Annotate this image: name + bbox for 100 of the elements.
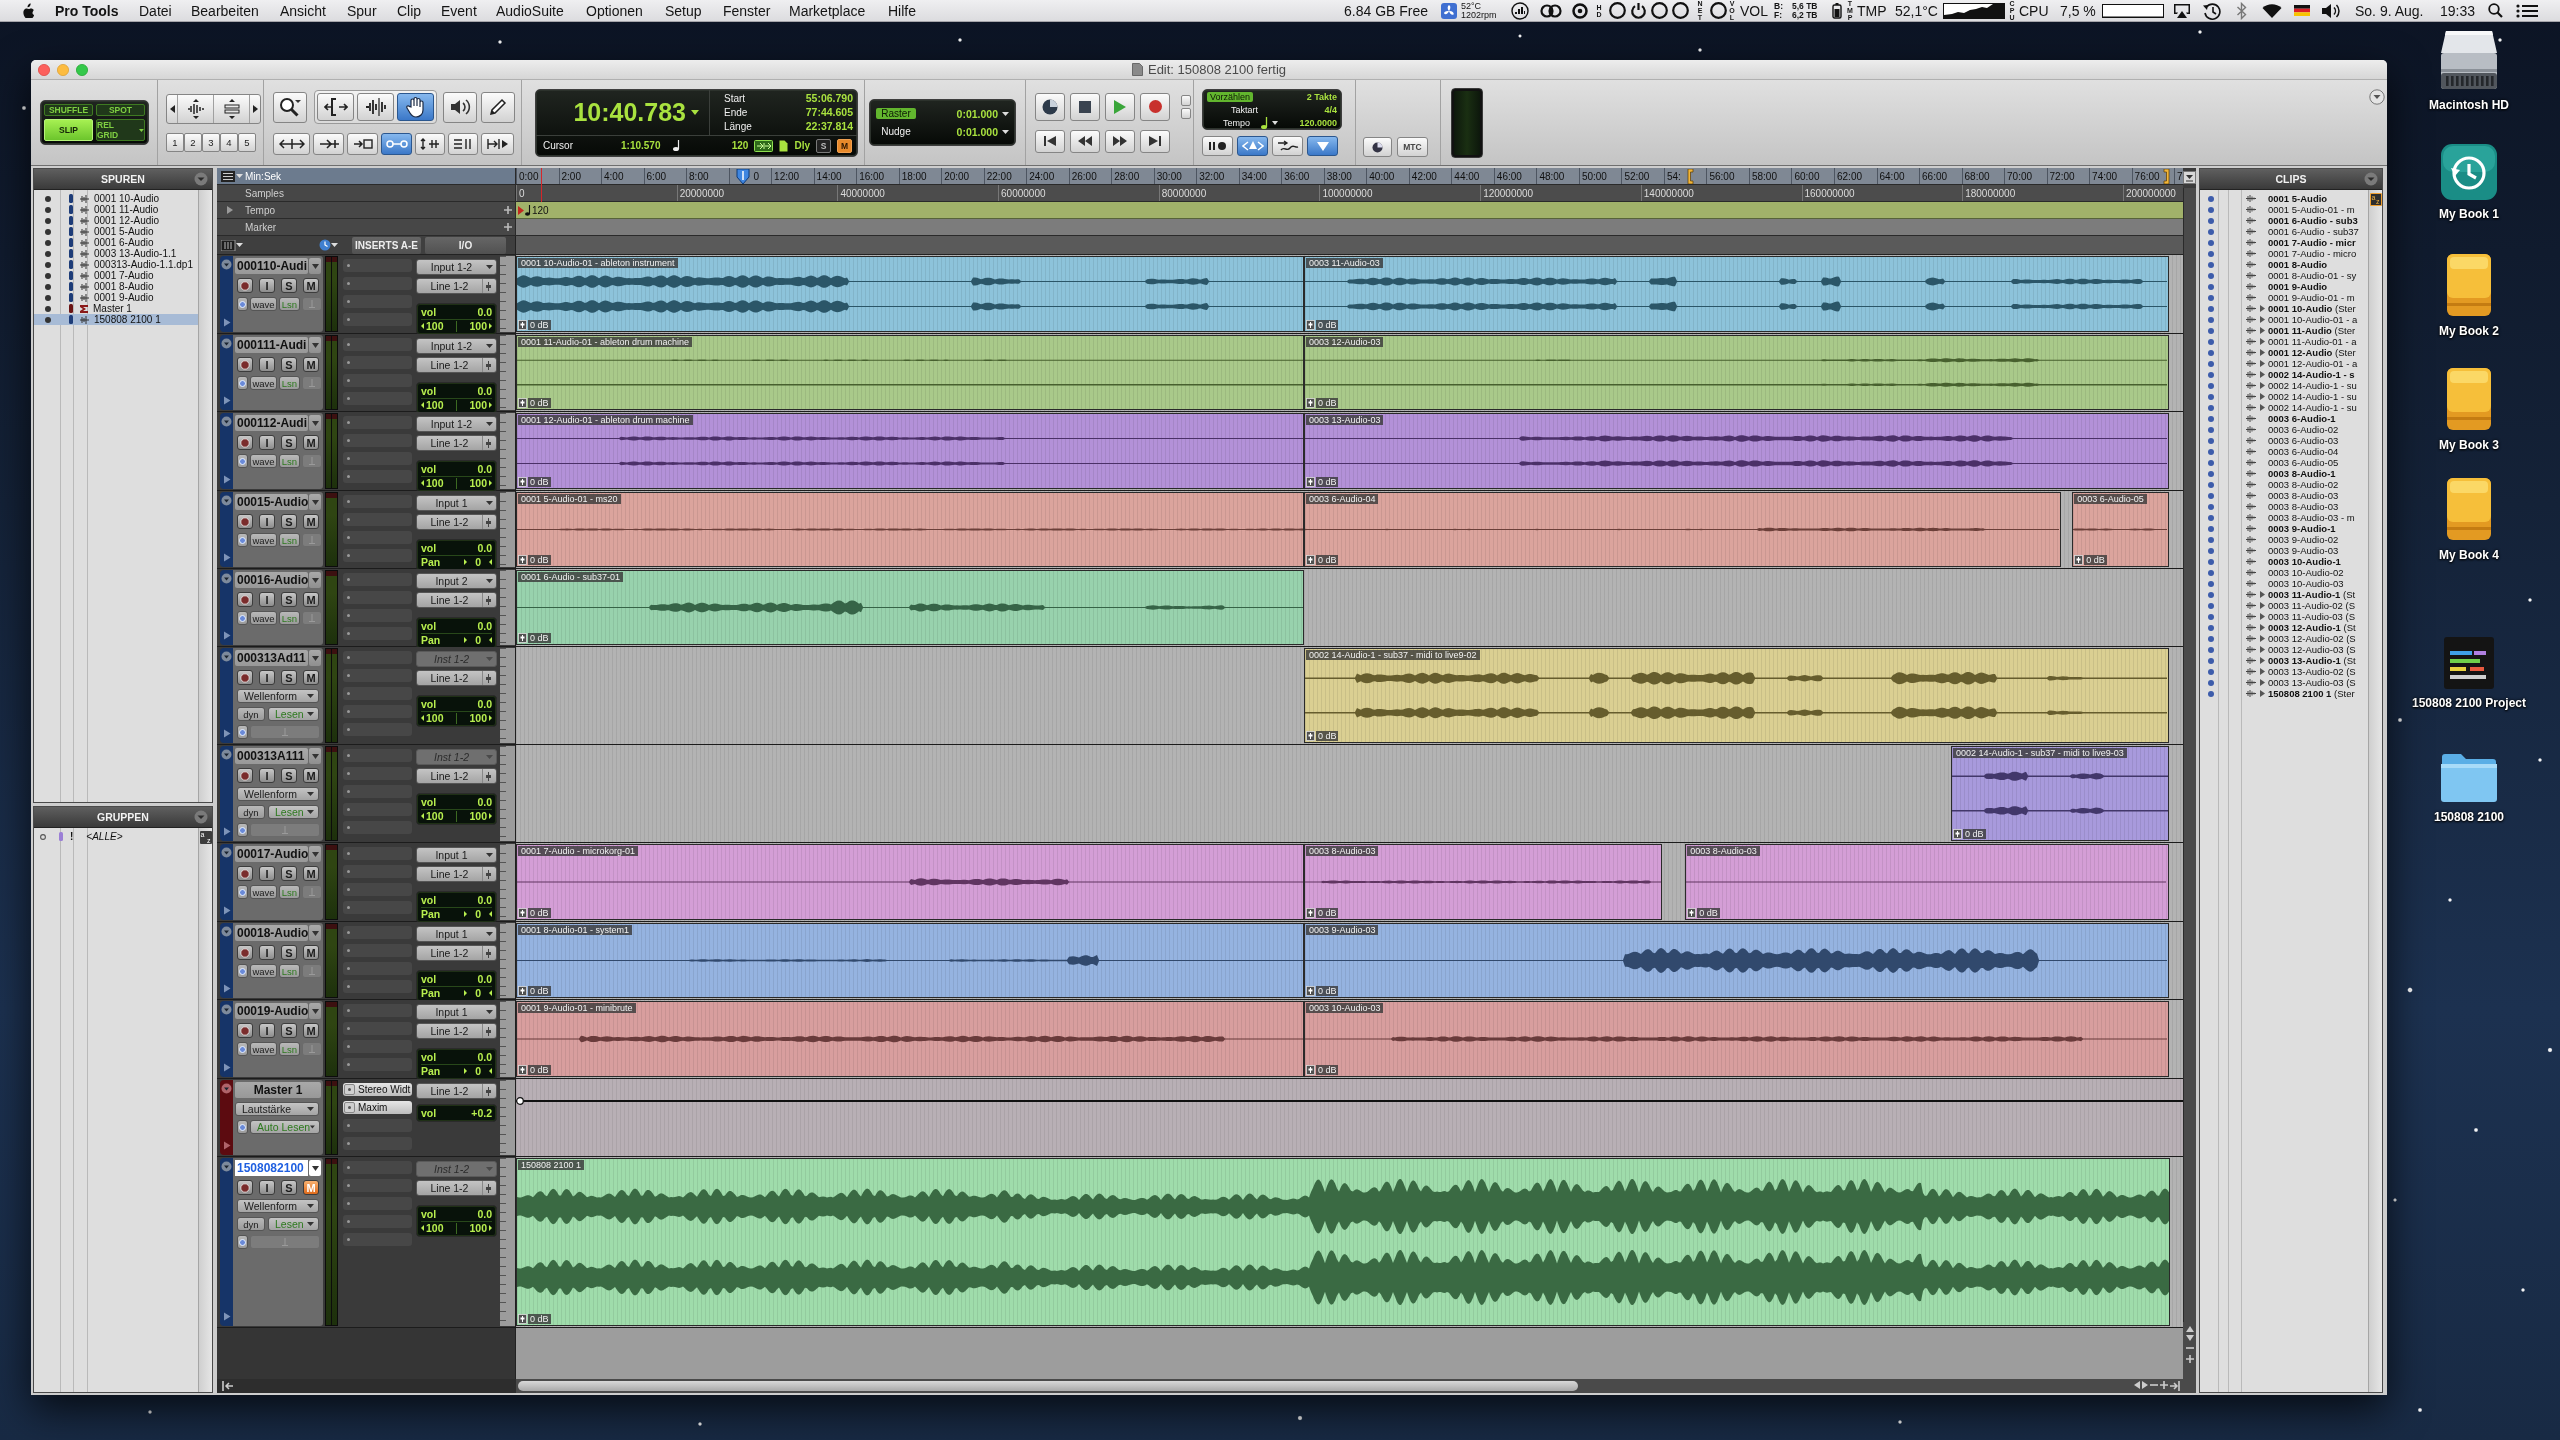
clip-list-item[interactable]: 0003 12-Audio-1 (St [2200,622,2368,633]
pan-value[interactable]: 100 [469,712,487,724]
menu-item[interactable]: Setup [665,2,702,19]
track-name[interactable]: 000112-Audi [235,415,308,431]
zoom-preset-button[interactable]: 3 [202,132,220,152]
clip-list-item[interactable]: 0002 14-Audio-1 - s [2200,369,2368,380]
volume-value[interactable]: 0.0 [477,542,492,554]
track-list-item[interactable]: 150808 2100 1 [34,314,198,325]
track-menu-button[interactable] [309,337,321,353]
plus-icon[interactable] [2185,1355,2194,1363]
pan-value[interactable]: 100 [469,320,487,332]
track-list-item[interactable]: 0001 6-Audio [34,237,198,248]
view-button[interactable]: wave [250,297,277,311]
record-arm-button[interactable] [237,435,253,450]
counter-value[interactable]: 55:06.790 [780,91,853,106]
menu-item[interactable]: Fenster [723,2,771,19]
clip-list-item[interactable]: 0001 5-Audio [2200,193,2368,204]
close-icon[interactable] [38,63,50,76]
expand-triangle-icon[interactable] [222,906,231,915]
timeline-ruler[interactable] [516,219,2183,236]
track-name[interactable]: 00016-Audio [235,572,309,588]
audio-clip[interactable]: 0003 12-Audio-03 0 dB [1303,335,2169,410]
track-toggle-button[interactable]: I [259,866,275,881]
desktop-icon-label[interactable]: My Book 1 [2439,207,2499,221]
record-arm-button[interactable] [237,278,253,293]
track-list-item[interactable]: 0001 10-Audio [34,193,198,204]
pan-value[interactable]: 100 [426,810,444,822]
dropdown-button[interactable]: Wellenform [237,1199,319,1213]
audio-clip[interactable]: 0003 8-Audio-03 0 dB [1303,844,1662,920]
chart-circle-icon[interactable] [1511,1,1529,20]
audio-clip[interactable]: 0003 11-Audio-03 0 dB [1303,256,2169,332]
track-toggle-button[interactable]: S [281,1180,297,1195]
monitor-button[interactable] [237,823,248,837]
input-selector[interactable]: Input 1 [416,495,497,511]
clip-list-item[interactable]: 0003 10-Audio-1 [2200,556,2368,567]
up-triangle-icon[interactable] [2185,1326,2194,1332]
monitor-button[interactable] [237,725,248,739]
monitor-button[interactable] [237,611,248,625]
track-menu-button[interactable] [309,415,321,431]
bluetooth-icon[interactable] [2236,1,2247,20]
dropdown-icon[interactable] [194,810,208,824]
clip-list-item[interactable]: 0003 12-Audio-02 (S [2200,633,2368,644]
pan-value[interactable]: 100 [469,399,487,411]
track-toggle-button[interactable]: S [281,514,297,529]
pan-value[interactable]: 100 [426,320,444,332]
input-selector[interactable]: Input 1-2 [416,416,497,432]
collapse-icon[interactable] [221,847,232,858]
speaker-icon[interactable] [2321,2,2341,19]
tool-button[interactable] [357,93,394,121]
clip-list-item[interactable]: 0002 14-Audio-1 - su [2200,402,2368,413]
timeline-ruler[interactable]: 0 20000000 40000000 60000000 80000000 100000000 120000000 140000000 160000000 180000000 200000000 [516,185,2183,202]
volume-value[interactable]: 0.0 [477,698,492,710]
column-header[interactable]: I/O [425,236,506,254]
track-toggle-button[interactable]: I [259,357,275,372]
track-toggle-button[interactable]: I [259,514,275,529]
minus-icon[interactable] [2185,1344,2194,1352]
audio-clip[interactable]: 0001 10-Audio-01 - ableton instrument 0 dB [516,256,1304,332]
edit-mode-button[interactable]: SLIP [44,119,93,141]
output-selector[interactable]: Line 1-2 [416,1023,497,1039]
desktop-icon-label[interactable]: 150808 2100 Project [2411,696,2527,710]
pan-value[interactable]: 100 [426,477,444,489]
track-toggle-button[interactable]: S [281,435,297,450]
view-button[interactable]: wave [250,533,277,547]
clip-list-item[interactable]: 0001 8-Audio-01 - sy [2200,270,2368,281]
track-toggle-button[interactable]: I [259,592,275,607]
horizontal-scrollbar[interactable] [516,1379,2183,1393]
clip-list-item[interactable]: 0003 9-Audio-03 [2200,545,2368,556]
track-name[interactable]: 00019-Audio [235,1003,309,1019]
tool-button[interactable] [397,93,434,121]
dropdown-button[interactable]: Wellenform [237,787,319,801]
group-list-item[interactable]: ! <ALLE> [34,831,198,842]
volume-value[interactable]: 0.0 [477,894,492,906]
output-selector[interactable]: Line 1-2 [416,592,497,608]
track-toggle-button[interactable]: M [303,592,319,607]
track-menu-button[interactable] [309,494,321,510]
audio-clip[interactable]: 150808 2100 1 0 dB [516,1158,2170,1326]
menu-item[interactable]: Ansicht [280,2,326,19]
plus-icon[interactable] [2160,1381,2168,1389]
record-arm-button[interactable] [237,866,253,881]
clip-list-item[interactable]: 0001 7-Audio - micro [2200,248,2368,259]
menu-item[interactable]: Event [441,2,477,19]
track-list-item[interactable]: 0001 7-Audio [34,270,198,281]
left-triangle-icon[interactable] [2134,1381,2140,1389]
date-label[interactable]: So. 9. Aug. [2355,2,2424,19]
track-menu-button[interactable] [309,650,321,666]
wifi-icon[interactable] [2262,3,2282,18]
track-toggle-button[interactable]: I [259,1180,275,1195]
pan-value[interactable]: 100 [469,477,487,489]
pan-value[interactable]: 0 [475,908,481,920]
toolbar-button[interactable] [347,133,378,155]
tool-button[interactable] [481,91,515,123]
track-toggle-button[interactable]: S [281,670,297,685]
flag-icon[interactable] [2294,5,2310,16]
stop-button[interactable] [1070,92,1100,121]
record-arm-button[interactable] [237,357,253,372]
expand-triangle-icon[interactable] [222,318,231,327]
audio-clip[interactable]: 0001 7-Audio - microkorg-01 0 dB [516,844,1304,920]
monitor-button[interactable] [237,454,248,468]
track-menu-button[interactable] [309,258,321,274]
tool-button[interactable] [273,91,307,123]
